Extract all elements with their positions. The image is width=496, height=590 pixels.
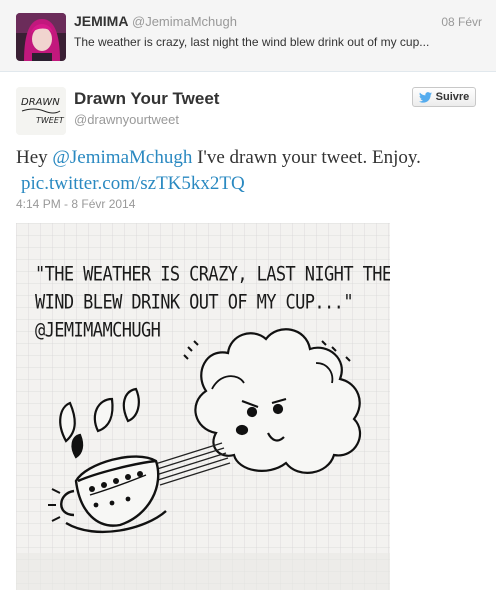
parent-tweet[interactable]: JEMIMA @JemimaMchugh 08 Févr The weather… (0, 0, 496, 72)
drawn-your-tweet-logo: DRAWN TWEET (16, 87, 66, 135)
tweet-text-suffix: I've drawn your tweet. Enjoy. (192, 147, 421, 168)
twitter-bird-icon (418, 91, 432, 103)
avatar[interactable]: DRAWN TWEET (16, 87, 66, 135)
logo-text-bottom: TWEET (36, 116, 65, 125)
logo-text-top: DRAWN (21, 97, 60, 108)
drawing-quote-line-2: WIND BLEW DRINK OUT OF MY CUP..." (35, 291, 354, 314)
author-name[interactable]: Drawn Your Tweet (74, 89, 219, 109)
tweet-text-prefix: Hey (16, 147, 53, 168)
author-handle[interactable]: @JemimaMchugh (132, 14, 237, 29)
tweet-text: Hey @JemimaMchugh I've drawn your tweet.… (16, 145, 480, 197)
avatar[interactable] (16, 13, 66, 61)
author-name[interactable]: JEMIMA (74, 13, 128, 29)
drawing-quote-line-3: @JEMIMAMCHUGH (35, 319, 161, 342)
tweet-timestamp[interactable]: 4:14 PM - 8 Févr 2014 (16, 197, 135, 211)
tweet-text: The weather is crazy, last night the win… (74, 35, 430, 49)
drawing-quote-line-1: "THE WEATHER IS CRAZY, LAST NIGHT THE (35, 263, 390, 286)
mention-link[interactable]: @JemimaMchugh (52, 147, 192, 168)
avatar-photo (16, 13, 66, 61)
author-handle[interactable]: @drawnyourtweet (74, 112, 179, 127)
media-link[interactable]: pic.twitter.com/szTK5kx2TQ (21, 173, 245, 194)
follow-button[interactable]: Suivre (412, 87, 476, 107)
tweet-date[interactable]: 08 Févr (441, 15, 482, 29)
follow-label: Suivre (435, 91, 470, 103)
tweet-photo[interactable]: "THE WEATHER IS CRAZY, LAST NIGHT THE WI… (16, 223, 390, 590)
